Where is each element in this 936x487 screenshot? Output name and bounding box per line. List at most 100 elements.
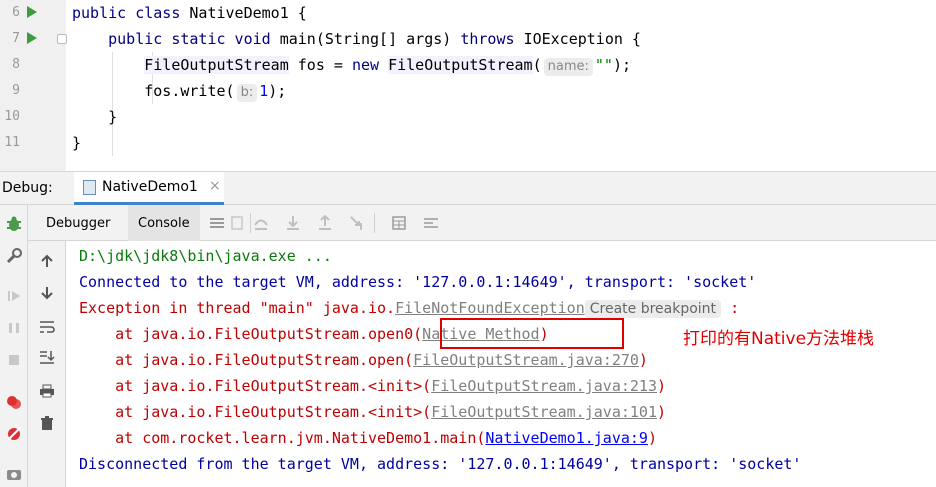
scroll-to-end-icon[interactable]	[35, 345, 59, 369]
pause-icon[interactable]	[3, 317, 25, 339]
console-text: :	[721, 299, 740, 317]
console-text: )	[638, 351, 648, 369]
console-output[interactable]: D:\jdk\jdk8\bin\java.exe ... Connected to…	[66, 241, 936, 487]
code-token: FileOutputStream	[388, 56, 533, 74]
annotation-text: 打印的有Native方法堆栈	[683, 329, 875, 349]
code-line[interactable]: 7 public static void main(String[] args)…	[0, 26, 936, 52]
code-token: public class	[72, 4, 190, 22]
line-number: 10	[4, 109, 20, 124]
code-line[interactable]: 11}	[0, 130, 936, 156]
arrow-up-icon[interactable]	[35, 249, 59, 273]
line-number: 8	[12, 57, 20, 72]
console-text: at java.io.FileOutputStream.open0(	[79, 325, 423, 343]
code-token: fos.write(	[72, 82, 235, 100]
highlight-box	[440, 318, 624, 349]
debug-tool-window-header: Debug: NativeDemo1 ×	[0, 171, 936, 205]
run-gutter-icon[interactable]	[27, 32, 37, 44]
console-left-toolbar	[28, 241, 66, 487]
console-line: at java.io.FileOutputStream.<init>(FileO…	[79, 399, 666, 425]
step-into-icon[interactable]	[282, 212, 304, 234]
mute-breakpoints-icon[interactable]	[3, 423, 25, 445]
code-line[interactable]: 10 }	[0, 104, 936, 130]
trash-icon[interactable]	[35, 411, 59, 435]
bug-icon[interactable]	[3, 213, 25, 235]
stacktrace-link[interactable]: FileOutputStream.java:101	[431, 403, 657, 421]
code-editor[interactable]: 6 public class NativeDemo1 {7 public stat…	[0, 0, 936, 171]
console-line: Disconnected from the target VM, address…	[79, 451, 801, 477]
wrench-icon[interactable]	[3, 245, 25, 267]
console-text: Exception in thread "main" java.io.	[79, 299, 396, 317]
code-text: public class NativeDemo1 {	[72, 0, 307, 26]
stacktrace-link[interactable]: FileOutputStream.java:270	[413, 351, 639, 369]
console-line: at java.io.FileOutputStream.<init>(FileO…	[79, 373, 666, 399]
console-line: at com.rocket.learn.jvm.NativeDemo1.main…	[79, 425, 657, 451]
code-token: );	[268, 82, 287, 100]
code-token: new	[351, 56, 389, 74]
stacktrace-link[interactable]: FileOutputStream.java:213	[431, 377, 657, 395]
code-line[interactable]: 8 FileOutputStream fos = new FileOutputS…	[0, 52, 936, 78]
code-text: }	[72, 130, 81, 156]
code-text: fos.write(b: 1);	[72, 78, 286, 104]
line-number: 9	[12, 83, 20, 98]
console-text: D:\jdk\jdk8\bin\java.exe ...	[79, 247, 332, 265]
tab-nativedemo1[interactable]: NativeDemo1 ×	[74, 172, 224, 205]
arrow-down-icon[interactable]	[35, 281, 59, 305]
tab-label: NativeDemo1	[102, 179, 198, 195]
code-text: FileOutputStream fos = new FileOutputStr…	[72, 52, 631, 78]
run-to-cursor-icon[interactable]	[346, 212, 368, 234]
debug-label: Debug:	[2, 180, 53, 196]
code-token: }	[72, 108, 118, 126]
restore-layout-icon[interactable]	[226, 212, 248, 234]
trace-icon[interactable]	[420, 212, 442, 234]
code-token: NativeDemo1 {	[189, 4, 307, 22]
camera-icon[interactable]	[3, 463, 25, 485]
code-token: }	[72, 134, 82, 152]
stacktrace-link[interactable]: FileNotFoundException	[395, 299, 585, 317]
console-line: Connected to the target VM, address: '12…	[79, 269, 756, 295]
stop-icon[interactable]	[3, 349, 25, 371]
code-line[interactable]: 9 fos.write(b: 1);	[0, 78, 936, 104]
step-over-icon[interactable]	[250, 212, 272, 234]
console-line: Exception in thread "main" java.io.FileN…	[79, 295, 739, 321]
console-text: at java.io.FileOutputStream.<init>(	[79, 403, 432, 421]
code-text: public static void main(String[] args) t…	[72, 26, 641, 52]
run-gutter-icon[interactable]	[27, 6, 37, 18]
code-token: FileOutputStream	[144, 56, 289, 74]
evaluate-icon[interactable]	[388, 212, 410, 234]
soft-wrap-icon[interactable]	[35, 315, 59, 339]
code-token: );	[612, 56, 631, 74]
code-token: throws	[460, 30, 524, 48]
parameter-hint: name:	[543, 58, 593, 76]
line-number: 7	[12, 31, 20, 46]
debug-left-toolbar	[0, 205, 28, 487]
code-line[interactable]: 6 public class NativeDemo1 {	[0, 0, 936, 26]
tab-console[interactable]: Console	[128, 205, 200, 241]
console-line: at java.io.FileOutputStream.open(FileOut…	[79, 347, 648, 373]
step-out-icon[interactable]	[314, 212, 336, 234]
view-breakpoints-icon[interactable]	[3, 391, 25, 413]
console-text: )	[656, 377, 667, 395]
code-token: public static void	[108, 30, 280, 48]
fold-icon[interactable]	[57, 34, 67, 44]
code-token: IOException {	[523, 30, 641, 48]
code-text: }	[72, 104, 117, 130]
print-icon[interactable]	[35, 379, 59, 403]
console-text: )	[656, 403, 667, 421]
run-config-icon	[83, 180, 96, 195]
console-text: )	[647, 429, 657, 447]
create-breakpoint-button[interactable]: Create breakpoint	[584, 300, 722, 318]
close-icon[interactable]: ×	[209, 178, 221, 194]
console-text: at java.io.FileOutputStream.open(	[79, 351, 414, 369]
console-text: Connected to the target VM, address: '12…	[79, 273, 757, 291]
code-token: ""	[594, 56, 613, 74]
separator	[374, 213, 375, 233]
tab-debugger[interactable]: Debugger	[36, 205, 120, 241]
menu-icon[interactable]	[206, 212, 228, 234]
code-token: main(String[] args)	[279, 30, 461, 48]
stacktrace-link[interactable]: NativeDemo1.java:9	[485, 429, 648, 447]
resume-icon[interactable]	[3, 285, 25, 307]
console-text: Disconnected from the target VM, address…	[79, 455, 802, 473]
parameter-hint: b:	[236, 84, 258, 102]
